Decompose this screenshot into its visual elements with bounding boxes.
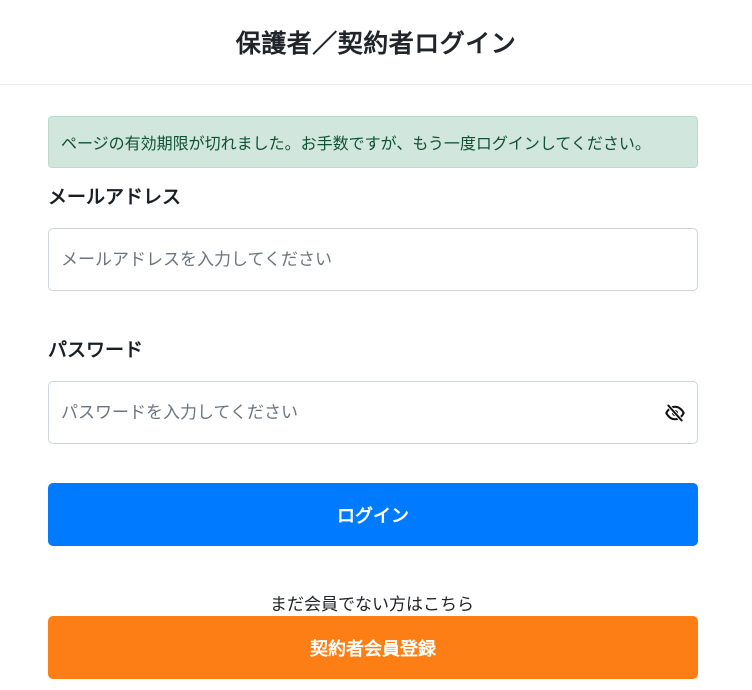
register-prompt: まだ会員でない方はこちら: [270, 595, 474, 615]
page-header: 保護者／契約者ログイン: [0, 0, 752, 85]
email-input[interactable]: [49, 229, 697, 290]
login-form: ページの有効期限が切れました。お手数ですが、もう一度ログインしてください。 メー…: [0, 85, 752, 689]
page-title: 保護者／契約者ログイン: [235, 29, 517, 58]
eye-slash-icon-svg: [665, 403, 685, 422]
alert-message: ページの有効期限が切れました。お手数ですが、もう一度ログインしてください。: [61, 134, 651, 153]
email-field-wrapper: [48, 228, 698, 291]
login-button[interactable]: ログイン: [48, 483, 698, 546]
eye-slash-icon[interactable]: [663, 401, 687, 425]
session-expired-alert: ページの有効期限が切れました。お手数ですが、もう一度ログインしてください。: [48, 116, 698, 168]
password-label: パスワード: [48, 339, 144, 361]
login-button-label: ログイン: [337, 505, 409, 527]
register-button[interactable]: 契約者会員登録: [48, 616, 698, 679]
password-field-wrapper: [48, 381, 698, 444]
email-label: メールアドレス: [48, 186, 182, 208]
register-button-label: 契約者会員登録: [310, 638, 436, 660]
password-input[interactable]: [49, 382, 697, 443]
